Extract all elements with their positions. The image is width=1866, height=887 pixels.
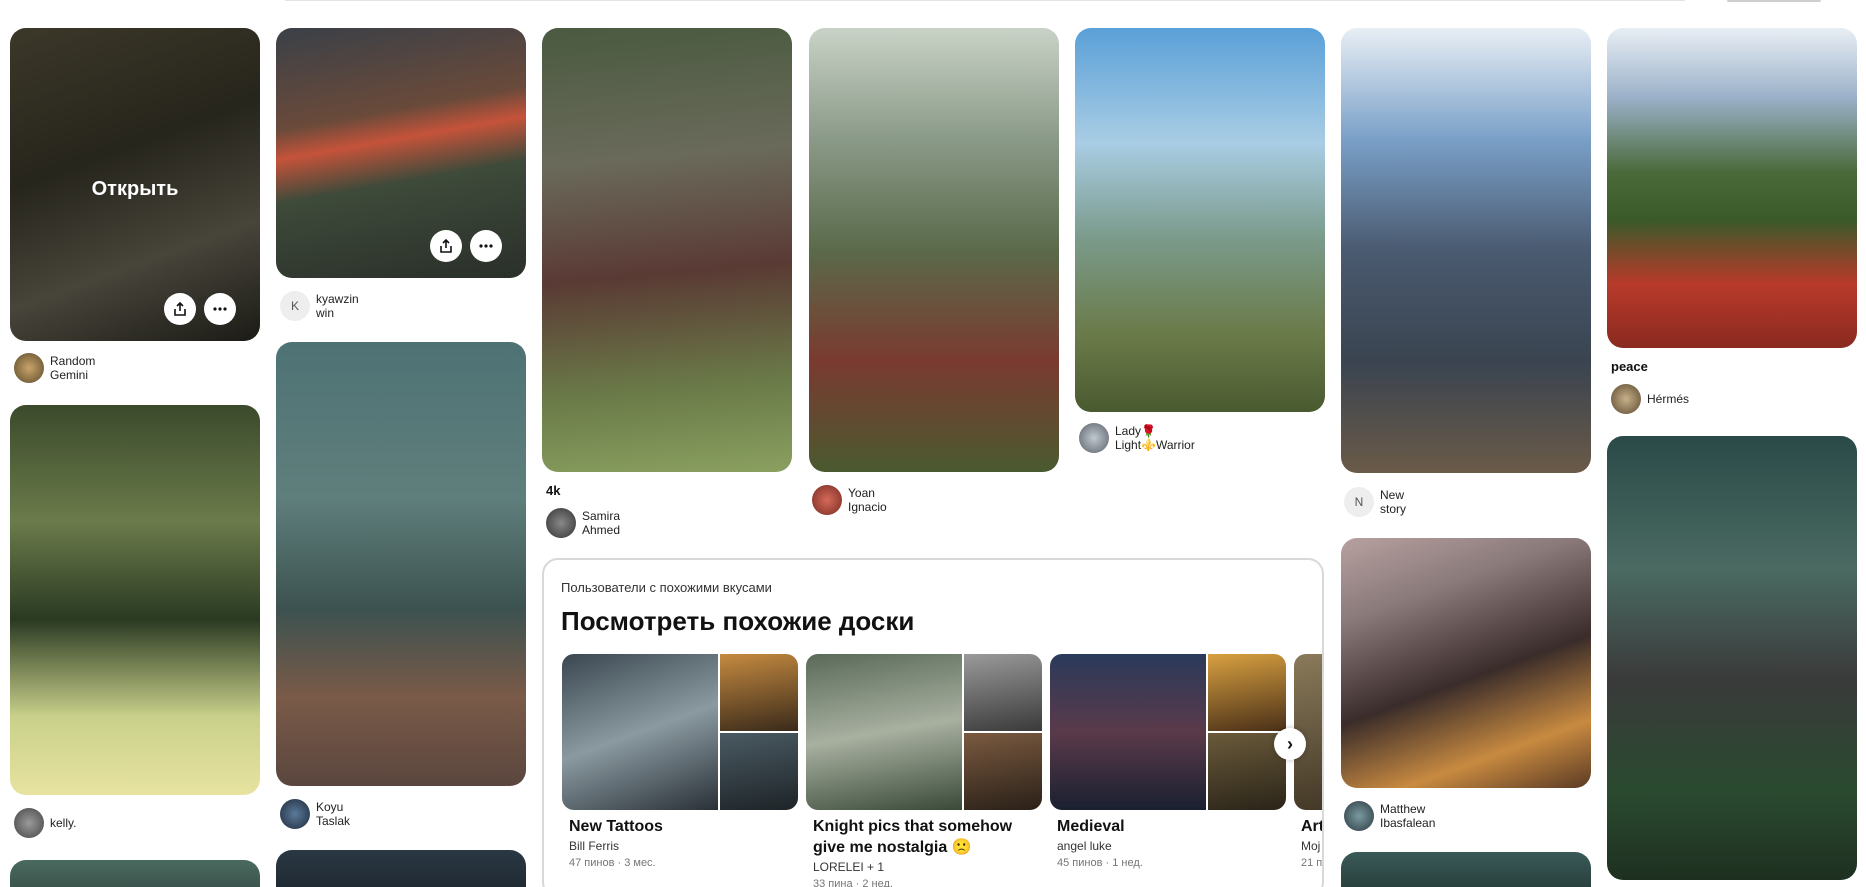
avatar [14, 808, 44, 838]
avatar [1611, 384, 1641, 414]
author-name: Lady🌹 Light⚜️Warrior [1115, 424, 1195, 452]
pin-author[interactable]: Samira Ahmed [546, 508, 620, 538]
avatar: K [280, 291, 310, 321]
pin-image[interactable] [1607, 436, 1857, 880]
more-button[interactable] [470, 230, 502, 262]
pin-author[interactable]: K kyawzin win [280, 291, 359, 321]
board-name[interactable]: Knight pics that somehow give me nostalg… [806, 816, 1042, 858]
board-meta: 45 пинов · 1 нед. [1057, 857, 1143, 869]
header-button-edge [1727, 0, 1821, 2]
share-button[interactable] [164, 293, 196, 325]
pin-image[interactable] [10, 860, 260, 887]
pin-author[interactable]: N New story [1344, 487, 1406, 517]
board-card[interactable]: Art Moj 21 п [1294, 654, 1323, 869]
board-name[interactable]: Art [1294, 816, 1322, 837]
pin-image[interactable] [276, 342, 526, 786]
board-cover[interactable] [562, 654, 798, 810]
pin-image[interactable] [809, 28, 1059, 472]
board-name[interactable]: New Tattoos [562, 816, 798, 837]
chevron-right-icon: › [1287, 733, 1293, 754]
pin-image[interactable] [1341, 538, 1591, 788]
pin-image[interactable]: Открыть [10, 28, 260, 341]
pin-author[interactable]: kelly. [14, 808, 76, 838]
pin-author[interactable]: Yoan Ignacio [812, 485, 887, 515]
board-meta: 47 пинов · 3 мес. [569, 857, 656, 869]
board-meta: 21 п [1301, 857, 1323, 869]
author-name: Random Gemini [50, 354, 96, 382]
pin-author[interactable]: Koyu Taslak [280, 799, 350, 829]
avatar [14, 353, 44, 383]
pin-image[interactable] [1075, 28, 1325, 412]
board-card[interactable]: Knight pics that somehow give me nostalg… [806, 654, 1042, 887]
author-name: Hérmés [1647, 392, 1690, 406]
board-card[interactable]: New Tattoos Bill Ferris 47 пинов · 3 мес… [562, 654, 798, 869]
pin-image[interactable] [1341, 852, 1591, 887]
avatar [546, 508, 576, 538]
pin-title: peace [1611, 359, 1648, 374]
share-icon [440, 238, 452, 253]
avatar [1079, 423, 1109, 453]
board-name[interactable]: Medieval [1050, 816, 1286, 837]
author-name: Matthew Ibasfalean [1380, 802, 1436, 830]
author-name: kyawzin win [316, 292, 359, 320]
pin-author[interactable]: Lady🌹 Light⚜️Warrior [1079, 423, 1195, 453]
board-cover[interactable] [806, 654, 1042, 810]
avatar [280, 799, 310, 829]
board-owner[interactable]: Bill Ferris [562, 839, 798, 853]
share-button[interactable] [430, 230, 462, 262]
pin-author[interactable]: Hérmés [1611, 384, 1689, 414]
similar-boards-card: Пользователи с похожими вкусами Посмотре… [542, 558, 1324, 887]
pin-author[interactable]: Matthew Ibasfalean [1344, 801, 1435, 831]
share-icon [174, 301, 186, 316]
section-title: Посмотреть похожие доски [561, 606, 915, 636]
pin-image[interactable] [10, 405, 260, 795]
board-cover[interactable] [1050, 654, 1286, 810]
pin-image[interactable] [276, 850, 526, 887]
pin-image[interactable] [276, 28, 526, 278]
avatar [1344, 801, 1374, 831]
pin-author[interactable]: Random Gemini [14, 353, 95, 383]
board-card[interactable]: Medieval angel luke 45 пинов · 1 нед. [1050, 654, 1286, 869]
board-owner[interactable]: Moj [1294, 839, 1322, 853]
pin-image[interactable] [542, 28, 792, 472]
author-name: Yoan Ignacio [848, 486, 887, 514]
pin-title: 4k [546, 483, 561, 498]
board-owner[interactable]: LORELEI + 1 [806, 860, 1042, 874]
search-bar-edge [285, 0, 1685, 1]
more-icon [213, 307, 227, 311]
open-label[interactable]: Открыть [10, 178, 260, 201]
avatar: N [1344, 487, 1374, 517]
board-owner[interactable]: angel luke [1050, 839, 1286, 853]
more-icon [479, 244, 493, 248]
carousel-next-button[interactable]: › [1274, 728, 1306, 760]
pin-image[interactable] [1607, 28, 1857, 348]
board-meta: 33 пина · 2 нед. [813, 878, 893, 887]
author-name: kelly. [50, 816, 77, 830]
author-name: Koyu Taslak [316, 800, 351, 828]
author-name: New story [1380, 488, 1407, 516]
pin-image[interactable] [1341, 28, 1591, 473]
author-name: Samira Ahmed [582, 509, 621, 537]
avatar [812, 485, 842, 515]
more-button[interactable] [204, 293, 236, 325]
section-subtitle: Пользователи с похожими вкусами [561, 580, 772, 595]
